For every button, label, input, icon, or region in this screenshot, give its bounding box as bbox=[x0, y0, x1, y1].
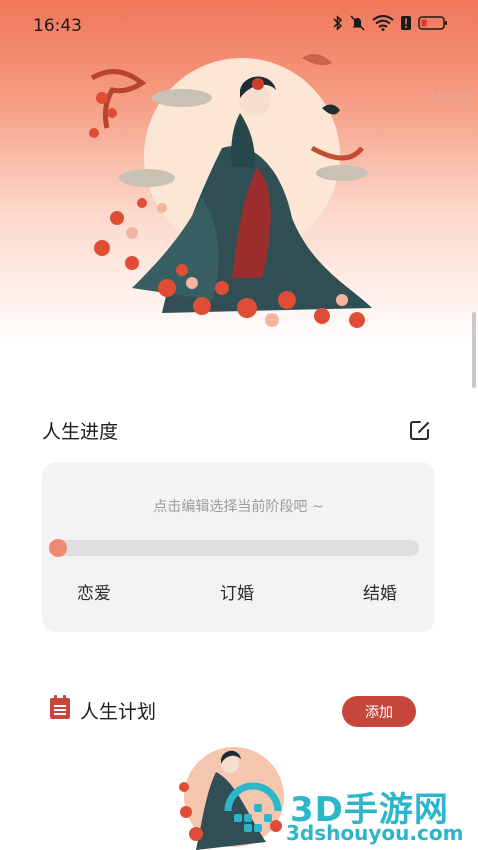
life-plan-title: 人生计划 bbox=[80, 701, 157, 723]
calendar-icon bbox=[50, 695, 70, 719]
stage-marriage: 结婚 bbox=[363, 584, 397, 604]
life-progress-title: 人生进度 bbox=[42, 421, 119, 443]
progress-hint: 点击编辑选择当前阶段吧 ~ bbox=[153, 499, 324, 515]
hero-banner: 184c1 16:43 bbox=[0, 0, 478, 345]
stage-dating: 恋爱 bbox=[77, 584, 111, 604]
hero-illustration bbox=[89, 54, 372, 328]
stage-engagement: 订婚 bbox=[220, 584, 254, 604]
progress-track[interactable] bbox=[50, 540, 419, 556]
bluetooth-icon bbox=[333, 15, 343, 31]
watermark-logo bbox=[224, 782, 282, 832]
progress-thumb[interactable] bbox=[49, 539, 67, 557]
alert-icon bbox=[401, 16, 411, 30]
mute-icon bbox=[350, 15, 365, 31]
wifi-icon bbox=[372, 15, 394, 31]
battery-icon bbox=[418, 16, 447, 30]
edit-icon[interactable] bbox=[409, 419, 431, 441]
add-plan-button[interactable]: 添加 bbox=[342, 696, 416, 727]
life-progress-card[interactable]: 点击编辑选择当前阶段吧 ~ 恋爱 订婚 结婚 bbox=[42, 462, 435, 632]
status-bar: 16:43 bbox=[0, 0, 478, 52]
watermark-url: 3dshouyou.com bbox=[286, 821, 464, 845]
background-code: 184c1 bbox=[428, 90, 469, 105]
status-time: 16:43 bbox=[33, 16, 82, 36]
page-scrollbar[interactable] bbox=[472, 312, 476, 388]
